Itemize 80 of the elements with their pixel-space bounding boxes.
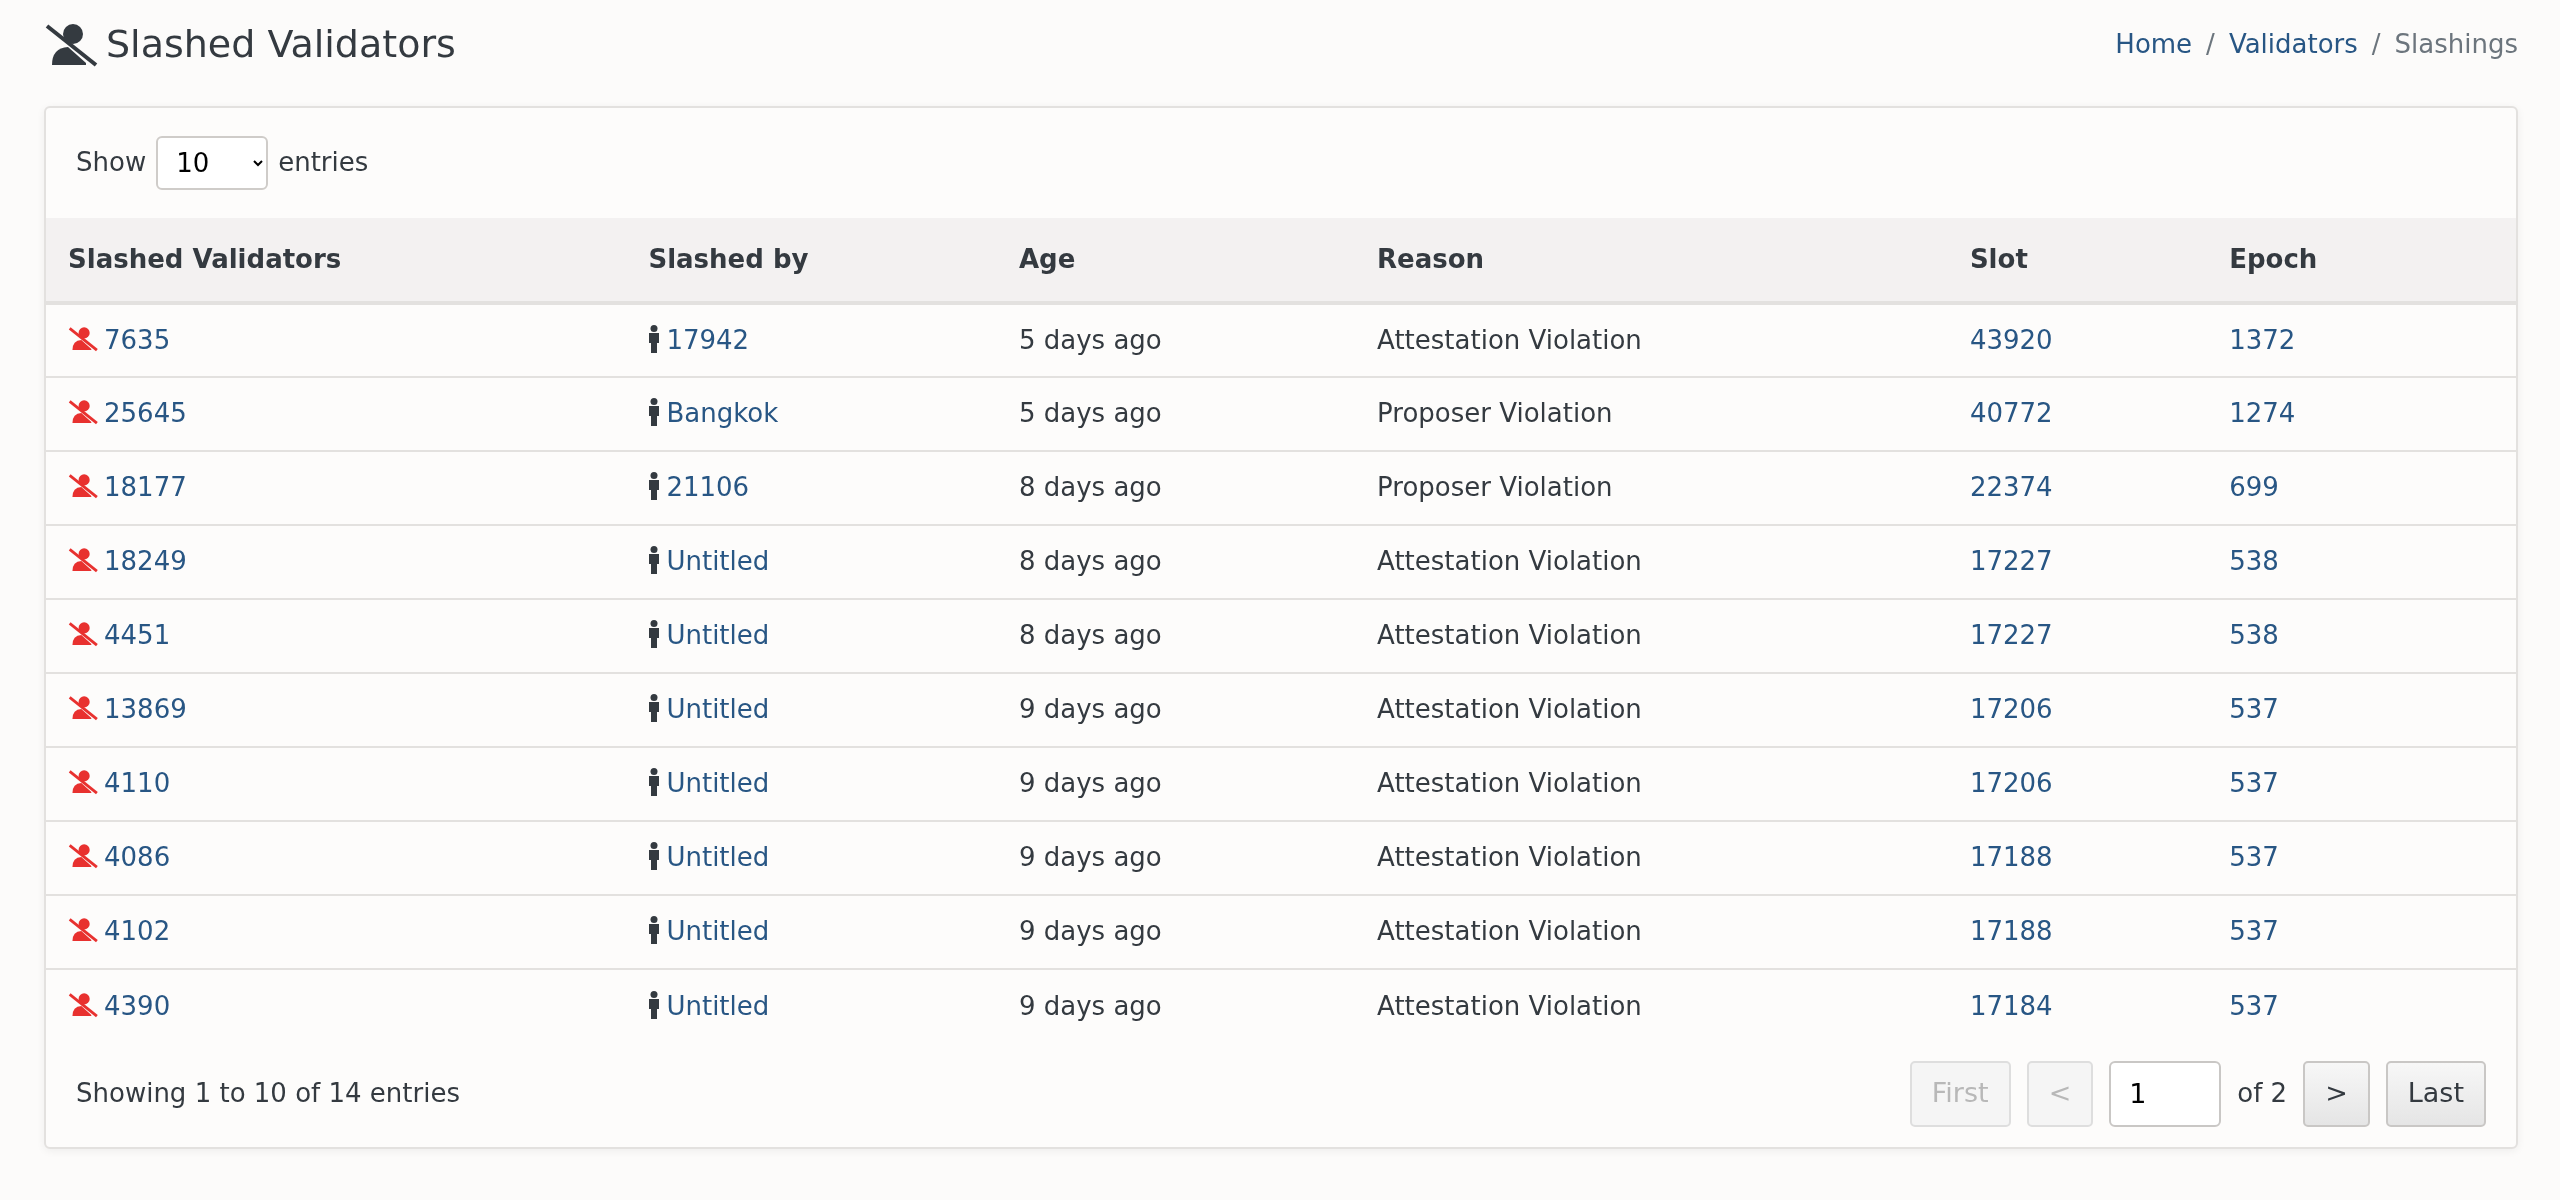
- slasher-link[interactable]: Untitled: [666, 620, 770, 651]
- column-header: Epoch: [2207, 217, 2516, 303]
- epoch-link[interactable]: 538: [2229, 546, 2279, 577]
- validator-link[interactable]: 4086: [104, 842, 171, 873]
- slot-link[interactable]: 17227: [1969, 546, 2053, 577]
- breadcrumb-separator: /: [2206, 28, 2215, 62]
- breadcrumb-separator: /: [2371, 28, 2381, 62]
- table-cell: Proposer Violation: [1355, 450, 1948, 525]
- table-cell: Attestation Violation: [1355, 524, 1948, 599]
- epoch-link[interactable]: 537: [2229, 842, 2279, 873]
- table-cell: Attestation Violation: [1355, 968, 1948, 1043]
- column-header: Slot: [1947, 217, 2208, 303]
- epoch-link[interactable]: 1274: [2229, 398, 2296, 429]
- column-header: Slashed Validators: [46, 217, 627, 303]
- table-cell: 9 days ago: [996, 968, 1356, 1043]
- table-cell: 9 days ago: [996, 894, 1356, 969]
- table-cell: 8 days ago: [996, 524, 1356, 599]
- epoch-link[interactable]: 538: [2229, 620, 2279, 651]
- column-header: Slashed by: [626, 217, 997, 303]
- entries-select[interactable]: 10: [156, 135, 269, 190]
- validator-link[interactable]: 4390: [104, 990, 171, 1021]
- table-cell: Attestation Violation: [1355, 672, 1948, 747]
- slot-link[interactable]: 17184: [1969, 990, 2053, 1021]
- epoch-link[interactable]: 699: [2229, 472, 2279, 503]
- slasher-link[interactable]: Untitled: [666, 990, 770, 1021]
- slasher-link[interactable]: Bangkok: [666, 398, 779, 429]
- table-cell: 8 days ago: [996, 598, 1356, 673]
- entries-label: entries: [278, 146, 369, 180]
- validator-link[interactable]: 4451: [104, 620, 171, 651]
- column-header: Age: [996, 217, 1356, 303]
- slot-link[interactable]: 17188: [1969, 916, 2053, 947]
- table-cell: 9 days ago: [996, 746, 1356, 821]
- page-number-field[interactable]: 1: [2109, 1060, 2222, 1127]
- show-label: Show: [76, 146, 147, 180]
- table-cell: Attestation Violation: [1355, 302, 1948, 377]
- table-cell: 5 days ago: [996, 302, 1356, 377]
- table-cell: 8 days ago: [996, 450, 1356, 525]
- table-cell: 9 days ago: [996, 672, 1356, 747]
- slasher-link[interactable]: 21106: [666, 472, 750, 503]
- slot-link[interactable]: 40772: [1969, 398, 2053, 429]
- validator-link[interactable]: 25645: [104, 398, 187, 429]
- validator-link[interactable]: 18177: [104, 472, 187, 503]
- slot-link[interactable]: 17206: [1969, 768, 2053, 799]
- page-title: Slashed Validators: [106, 22, 456, 68]
- table-cell: Attestation Violation: [1355, 894, 1948, 969]
- validator-link[interactable]: 18249: [104, 546, 187, 577]
- slot-link[interactable]: 17227: [1969, 620, 2053, 651]
- table-cell: Attestation Violation: [1355, 820, 1948, 895]
- epoch-link[interactable]: 537: [2229, 768, 2279, 799]
- slasher-link[interactable]: 17942: [666, 324, 750, 355]
- slot-link[interactable]: 17206: [1969, 694, 2053, 725]
- table-cell: Attestation Violation: [1355, 746, 1948, 821]
- slasher-link[interactable]: Untitled: [666, 916, 770, 947]
- validator-link[interactable]: 4102: [104, 916, 171, 947]
- validator-link[interactable]: 4110: [104, 768, 171, 799]
- column-header: Reason: [1355, 217, 1948, 303]
- validator-link[interactable]: 7635: [104, 324, 171, 355]
- slot-link[interactable]: 22374: [1969, 472, 2053, 503]
- table-cell: 9 days ago: [996, 820, 1356, 895]
- epoch-link[interactable]: 537: [2229, 694, 2279, 725]
- table-cell: 5 days ago: [996, 376, 1356, 451]
- slasher-link[interactable]: Untitled: [666, 546, 770, 577]
- slot-link[interactable]: 17188: [1969, 842, 2053, 873]
- table-cell: Attestation Violation: [1355, 598, 1948, 673]
- slot-link[interactable]: 43920: [1969, 324, 2053, 355]
- page-count-label: of 2: [2237, 1077, 2288, 1111]
- slasher-link[interactable]: Untitled: [666, 842, 770, 873]
- epoch-link[interactable]: 537: [2229, 990, 2279, 1021]
- breadcrumb-link[interactable]: Home: [2115, 25, 2193, 65]
- slasher-link[interactable]: Untitled: [666, 694, 770, 725]
- entries-info: Showing 1 to 10 of 14 entries: [76, 1077, 460, 1111]
- epoch-link[interactable]: 1372: [2229, 324, 2296, 355]
- breadcrumb-link[interactable]: Validators: [2228, 25, 2358, 65]
- breadcrumb-current: Slashings: [2394, 28, 2518, 62]
- next-page-button[interactable]: >: [2303, 1060, 2370, 1127]
- validator-link[interactable]: 13869: [104, 694, 187, 725]
- epoch-link[interactable]: 537: [2229, 916, 2279, 947]
- slasher-link[interactable]: Untitled: [666, 768, 770, 799]
- table-cell: Proposer Violation: [1355, 376, 1948, 451]
- last-page-button[interactable]: Last: [2385, 1060, 2486, 1127]
